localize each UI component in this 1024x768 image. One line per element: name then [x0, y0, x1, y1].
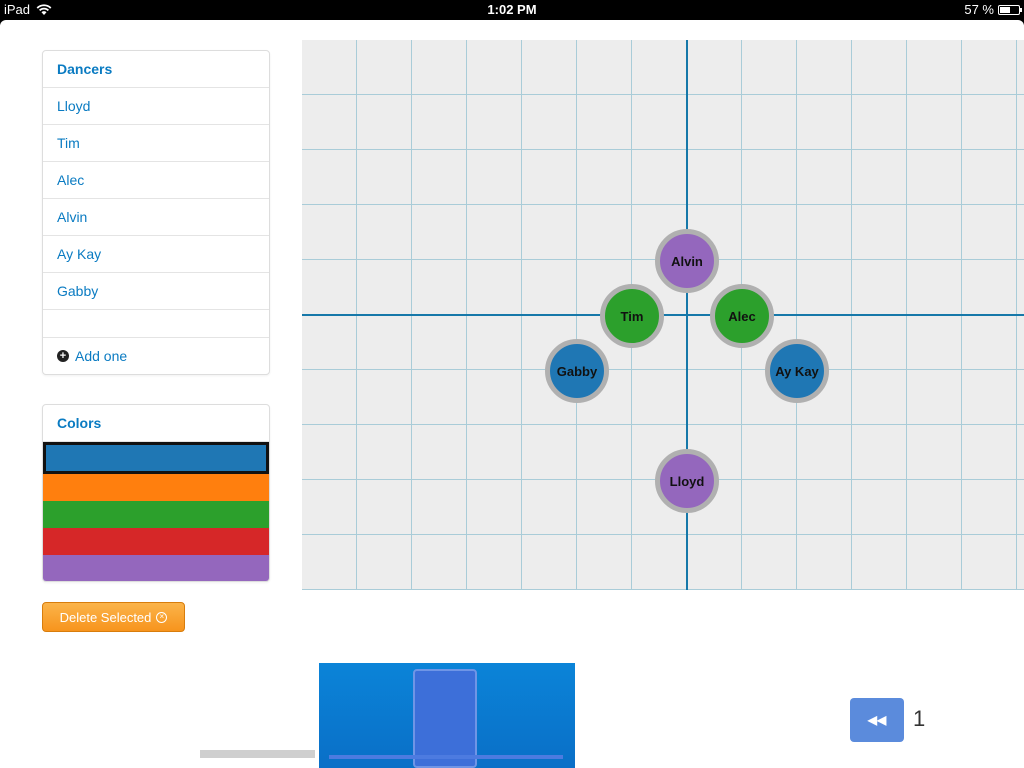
- colors-panel: Colors: [42, 404, 270, 582]
- dancer-list-item[interactable]: Alvin: [43, 199, 269, 236]
- frame-number: 1: [913, 706, 926, 731]
- stage-dancer[interactable]: Lloyd: [655, 449, 719, 513]
- dancer-list-item[interactable]: Gabby: [43, 273, 269, 310]
- dancer-list-item[interactable]: Ay Kay: [43, 236, 269, 273]
- rewind-button[interactable]: ◀◀: [850, 698, 904, 742]
- stage-dancer[interactable]: Alec: [710, 284, 774, 348]
- battery-percent: 57 %: [964, 2, 994, 17]
- status-time: 1:02 PM: [487, 2, 537, 17]
- battery-icon: [998, 4, 1022, 15]
- app-window: Dancers Lloyd Tim Alec Alvin Ay Kay Gabb…: [0, 20, 1024, 768]
- colors-panel-title: Colors: [43, 405, 269, 442]
- color-swatch-list: [43, 442, 269, 581]
- status-bar: iPad 1:02 PM 57 %: [0, 0, 1024, 20]
- stage-dancer-label: Tim: [620, 308, 644, 324]
- color-swatch[interactable]: [43, 474, 269, 501]
- color-swatch[interactable]: [43, 442, 269, 474]
- timeline-track: [200, 750, 315, 758]
- rewind-icon: ◀◀: [867, 713, 887, 727]
- stage-dancer-label: Alvin: [671, 253, 703, 269]
- dancer-list-item[interactable]: Alec: [43, 162, 269, 199]
- stage-dancer[interactable]: Tim: [600, 284, 664, 348]
- stage-dancer-label: Lloyd: [669, 473, 705, 489]
- color-swatch[interactable]: [43, 555, 269, 581]
- stage-dancer[interactable]: Alvin: [655, 229, 719, 293]
- color-swatch[interactable]: [43, 501, 269, 528]
- delete-selected-label: Delete Selected: [59, 609, 152, 625]
- plus-circle-icon: +: [57, 350, 69, 362]
- stage-dancer[interactable]: Gabby: [545, 339, 609, 403]
- dancers-panel: Dancers Lloyd Tim Alec Alvin Ay Kay Gabb…: [42, 50, 270, 375]
- timeline-handle[interactable]: [329, 669, 563, 768]
- timeline-frame-strip[interactable]: [319, 663, 575, 768]
- dancer-list-item[interactable]: Lloyd: [43, 88, 269, 125]
- stage-dancer-label: Gabby: [556, 363, 598, 379]
- stage-dancer[interactable]: Ay Kay: [765, 339, 829, 403]
- stage-grid[interactable]: Alvin Tim Alec Gabby Ay Kay Lloyd: [302, 40, 1024, 590]
- add-dancer-button[interactable]: + Add one: [43, 338, 269, 374]
- stage-dancer-label: Alec: [728, 308, 756, 324]
- dancer-list-spacer: [43, 310, 269, 338]
- stage-dancer-label: Ay Kay: [775, 363, 819, 379]
- delete-selected-button[interactable]: Delete Selected ×: [42, 602, 185, 632]
- color-swatch[interactable]: [43, 528, 269, 555]
- dancer-list-item[interactable]: Tim: [43, 125, 269, 162]
- dancers-panel-title: Dancers: [43, 51, 269, 88]
- close-circle-icon: ×: [156, 611, 168, 623]
- add-dancer-label: Add one: [75, 348, 128, 364]
